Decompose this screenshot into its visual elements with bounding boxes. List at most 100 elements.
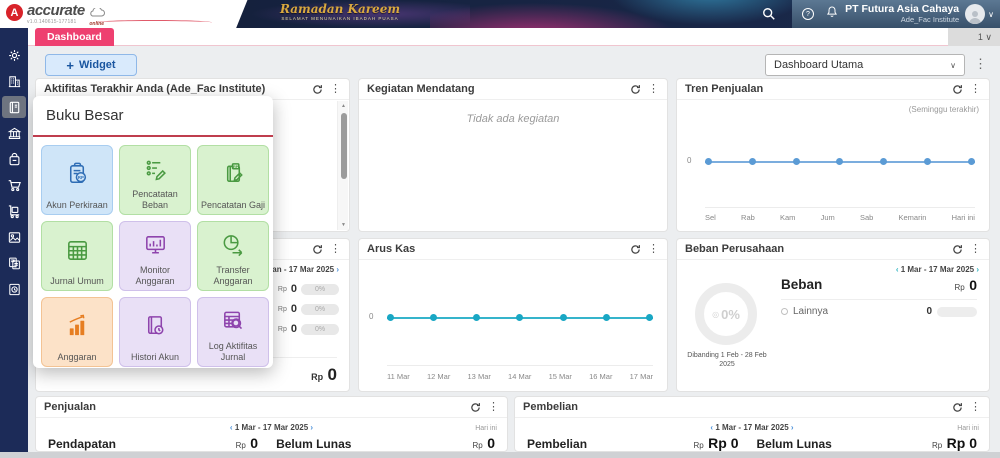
refresh-icon[interactable] — [952, 84, 963, 95]
sidebar-item-company[interactable] — [2, 70, 26, 92]
period-label: Hari ini — [475, 425, 497, 432]
ramadan-banner: Ramadan Kareem SELAMAT MENUNAIKAN IBADAH… — [235, 2, 445, 21]
scrollbar-thumb[interactable] — [341, 113, 347, 179]
refresh-icon[interactable] — [470, 402, 481, 413]
left-sidebar — [0, 28, 28, 452]
donut-icon: ◎ — [712, 310, 719, 319]
prev-period-icon[interactable]: ‹ — [896, 265, 899, 274]
card-menu-kebab-icon[interactable]: ⋮ — [488, 402, 499, 413]
x-tick: Kam — [780, 213, 795, 222]
dashboard-options-kebab-icon[interactable]: ⋮ — [974, 56, 987, 72]
online-label: online — [88, 22, 106, 26]
card-menu-kebab-icon[interactable]: ⋮ — [970, 244, 981, 255]
x-tick: 15 Mar — [549, 372, 572, 381]
help-icon[interactable]: ? — [802, 8, 814, 20]
header-account-area: ? PT Futura Asia Cahaya Ade_Fac Institut… — [792, 0, 1000, 28]
next-period-icon[interactable]: › — [976, 265, 979, 274]
next-period-icon[interactable]: › — [310, 423, 313, 432]
sidebar-item-settings[interactable] — [2, 44, 26, 66]
date-range-text: 1 Mar - 17 Mar 2025 — [715, 423, 788, 432]
data-point — [924, 158, 931, 165]
sidebar-item-general-ledger[interactable] — [2, 96, 26, 118]
tile-pencatatan-beban[interactable]: Pencatatan Beban — [119, 145, 191, 215]
summary-value: 0 — [291, 283, 297, 295]
card-title: Arus Kas — [367, 243, 415, 255]
bank-icon — [7, 126, 22, 141]
metric-label: Pendapatan — [48, 437, 116, 451]
x-tick: 16 Mar — [589, 372, 612, 381]
metric-label: Pembelian — [527, 437, 587, 451]
next-period-icon[interactable]: › — [336, 265, 339, 274]
svg-text:RP: RP — [233, 165, 239, 169]
date-range-nav: ‹ 1 Mar - 17 Mar 2025 › — [896, 265, 979, 274]
add-widget-button[interactable]: + Widget — [45, 54, 137, 76]
tile-label: Jurnal Umum — [50, 276, 104, 286]
horizontal-scrollbar-track[interactable] — [0, 452, 1000, 458]
donut-chart-zero: ◎ 0% — [695, 283, 757, 345]
refresh-icon[interactable] — [952, 244, 963, 255]
account-chevron-down-icon[interactable]: ∨ — [988, 10, 994, 19]
tab-dashboard[interactable]: Dashboard — [35, 28, 114, 46]
currency-prefix: Rp — [236, 441, 246, 450]
tile-log-aktifitas-jurnal[interactable]: Log Aktifitas Jurnal — [197, 297, 269, 367]
banner-title: Ramadan Kareem — [235, 2, 445, 16]
sidebar-item-tax-documents[interactable] — [2, 252, 26, 274]
refresh-icon[interactable] — [952, 402, 963, 413]
section-value: Rp 0 — [955, 277, 977, 295]
company-info: PT Futura Asia Cahaya Ade_Fac Institute — [838, 4, 959, 24]
tile-transfer-anggaran[interactable]: Transfer Anggaran — [197, 221, 269, 291]
card-menu-kebab-icon[interactable]: ⋮ — [970, 84, 981, 95]
data-point — [968, 158, 975, 165]
date-range-text: 1 Mar - 17 Mar 2025 — [235, 423, 308, 432]
tile-histori-akun[interactable]: Histori Akun — [119, 297, 191, 367]
card-title: Penjualan — [44, 401, 96, 413]
brand-name: accurate — [27, 2, 85, 19]
sidebar-item-reports[interactable] — [2, 278, 26, 300]
tile-anggaran[interactable]: Anggaran — [41, 297, 113, 367]
card-menu-kebab-icon[interactable]: ⋮ — [330, 84, 341, 95]
refresh-icon[interactable] — [312, 84, 323, 95]
add-widget-label: Widget — [79, 59, 116, 71]
tile-jurnal-umum[interactable]: Jurnal Umum — [41, 221, 113, 291]
scroll-down-icon[interactable]: ▼ — [338, 222, 349, 228]
legend-dot-icon — [781, 308, 788, 315]
avatar[interactable] — [965, 4, 985, 24]
tile-pencatatan-gaji[interactable]: RP Pencatatan Gaji — [197, 145, 269, 215]
sidebar-item-purchases[interactable] — [2, 200, 26, 222]
line-points — [387, 314, 653, 321]
sidebar-item-cash-bank[interactable] — [2, 122, 26, 144]
tile-label: Transfer Anggaran — [200, 265, 266, 286]
section-heading: Beban — [781, 277, 822, 292]
tile-label: Akun Perkiraan — [46, 200, 108, 210]
y-axis-tick: 0 — [369, 312, 373, 321]
tab-counter-dropdown[interactable]: 1 ∨ — [948, 28, 1000, 46]
notifications-icon[interactable] — [826, 5, 838, 23]
sidebar-item-assets[interactable] — [2, 226, 26, 248]
refresh-icon[interactable] — [630, 84, 641, 95]
tile-akun-perkiraan[interactable]: RP Akun Perkiraan — [41, 145, 113, 215]
refresh-icon[interactable] — [312, 244, 323, 255]
metric-value: Rp 0 — [947, 435, 977, 451]
card-menu-kebab-icon[interactable]: ⋮ — [970, 402, 981, 413]
card-menu-kebab-icon[interactable]: ⋮ — [648, 84, 659, 95]
card-menu-kebab-icon[interactable]: ⋮ — [648, 244, 659, 255]
prev-period-icon[interactable]: ‹ — [230, 423, 233, 432]
next-period-icon[interactable]: › — [791, 423, 794, 432]
tile-monitor-anggaran[interactable]: Monitor Anggaran — [119, 221, 191, 291]
budget-transfer-icon — [220, 225, 247, 265]
date-range-nav: ‹ 1 Mar - 17 Mar 2025 › — [515, 423, 989, 432]
legend-value: 0 — [926, 306, 932, 317]
sidebar-item-sales-order[interactable] — [2, 148, 26, 170]
search-icon[interactable] — [762, 7, 776, 21]
refresh-icon[interactable] — [630, 244, 641, 255]
amount: 0 — [969, 277, 977, 293]
dashboard-select[interactable]: Dashboard Utama ∨ — [765, 54, 965, 76]
currency-prefix: Rp — [693, 441, 703, 450]
account-history-icon — [142, 301, 169, 352]
card-menu-kebab-icon[interactable]: ⋮ — [330, 244, 341, 255]
accurate-logo[interactable]: A accurate v1.0.140615-177181 online — [6, 2, 106, 26]
sidebar-item-sales-cart[interactable] — [2, 174, 26, 196]
prev-period-icon[interactable]: ‹ — [710, 423, 713, 432]
currency-prefix: Rp — [278, 306, 287, 313]
scroll-up-icon[interactable]: ▲ — [338, 103, 349, 109]
